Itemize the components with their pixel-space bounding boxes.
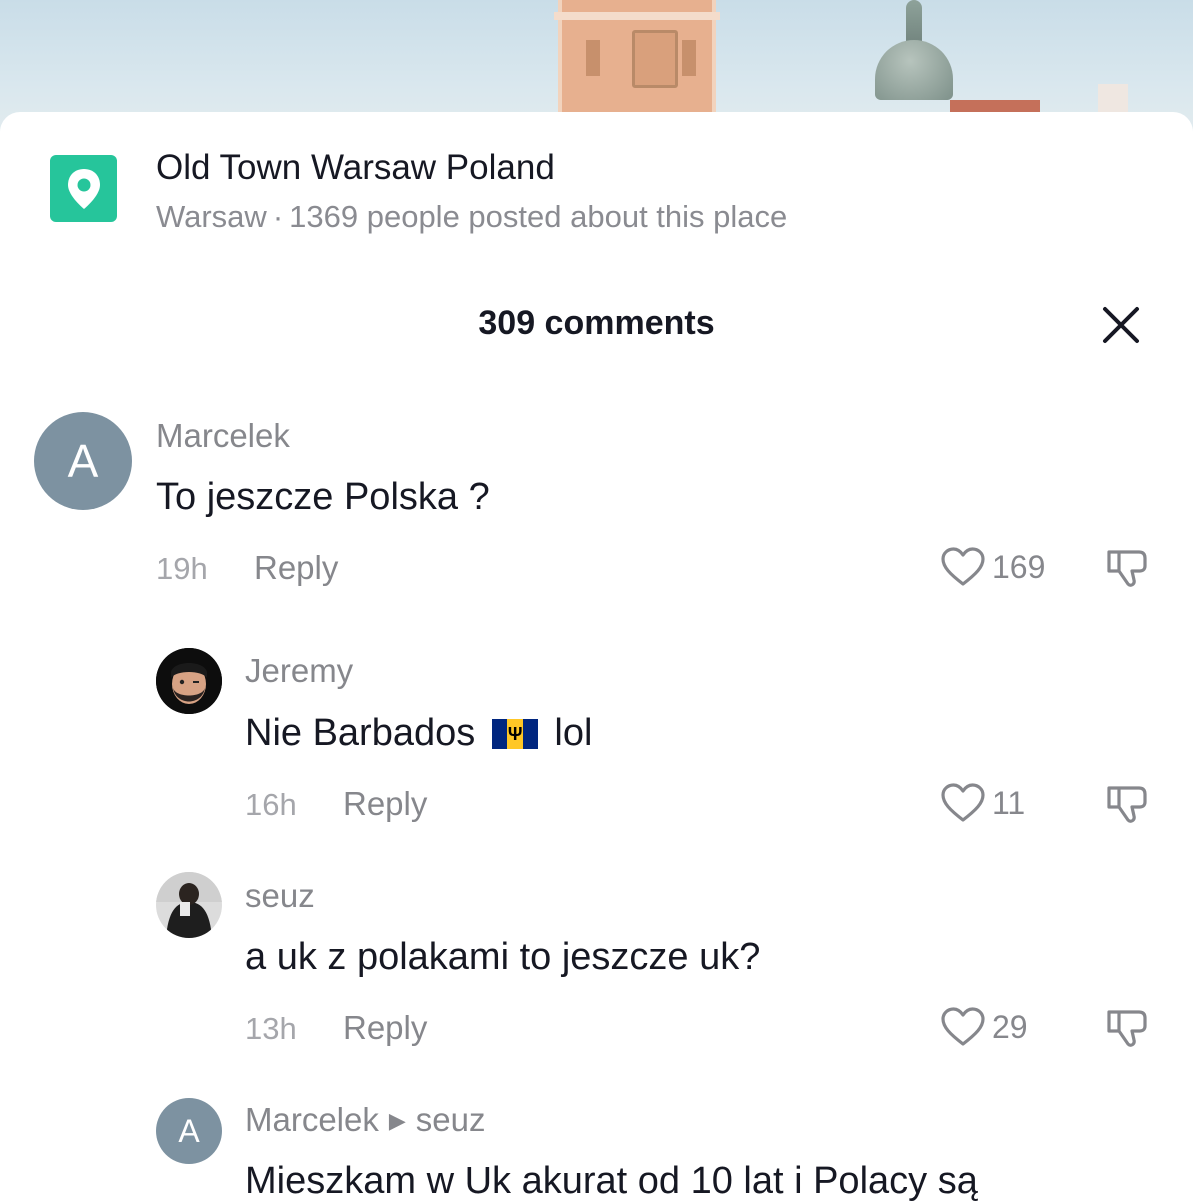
dislike-icon[interactable] bbox=[1105, 546, 1149, 590]
heart-icon bbox=[941, 1007, 985, 1046]
reply-button[interactable]: Reply bbox=[343, 785, 427, 823]
comment-text: Nie Barbados Ψ lol bbox=[245, 712, 593, 754]
memoji-avatar[interactable] bbox=[156, 648, 222, 714]
reply-button[interactable]: Reply bbox=[343, 1009, 427, 1047]
map-pin-icon[interactable] bbox=[50, 155, 117, 222]
location-name[interactable]: Old Town Warsaw Poland bbox=[156, 148, 555, 188]
like-button[interactable]: 29 bbox=[940, 1006, 1028, 1048]
dislike-icon[interactable] bbox=[1105, 1006, 1149, 1050]
dislike-icon[interactable] bbox=[1105, 782, 1149, 826]
location-subtitle: Warsaw · 1369 people posted about this pla… bbox=[156, 199, 788, 234]
photo-avatar[interactable] bbox=[156, 872, 222, 938]
comment-time: 13h bbox=[245, 1011, 297, 1046]
comment-text: To jeszcze Polska ? bbox=[156, 476, 490, 518]
avatar[interactable]: A bbox=[34, 412, 132, 510]
reply-button[interactable]: Reply bbox=[254, 549, 338, 587]
location-city: Warsaw bbox=[156, 199, 267, 234]
like-button[interactable]: 11 bbox=[940, 782, 1025, 824]
like-count: 169 bbox=[992, 548, 1046, 585]
comment-username[interactable]: Marcelek bbox=[245, 1101, 379, 1138]
comment-username[interactable]: Marcelek bbox=[156, 417, 290, 455]
reply-arrow-icon: ▶ bbox=[388, 1108, 406, 1133]
barbados-flag-icon: Ψ bbox=[491, 719, 538, 749]
comments-count: 309 comments bbox=[478, 304, 715, 342]
like-count: 11 bbox=[992, 784, 1026, 821]
reply-to-username[interactable]: seuz bbox=[416, 1101, 486, 1138]
comment-text: Mieszkam w Uk akurat od 10 lat i Polacy … bbox=[245, 1160, 978, 1202]
comment-text: a uk z polakami to jeszcze uk? bbox=[245, 936, 761, 978]
like-count: 29 bbox=[992, 1008, 1028, 1045]
like-button[interactable]: 169 bbox=[940, 546, 1045, 588]
comment-username[interactable]: seuz bbox=[245, 877, 315, 915]
church-dome bbox=[875, 40, 953, 100]
comment-username[interactable]: Jeremy bbox=[245, 652, 353, 690]
close-icon[interactable] bbox=[1100, 304, 1142, 346]
location-post-count: 1369 people posted about this place bbox=[289, 199, 788, 234]
comment-time: 19h bbox=[156, 551, 208, 586]
comment-time: 16h bbox=[245, 787, 297, 822]
heart-icon bbox=[941, 547, 985, 586]
heart-icon bbox=[941, 783, 985, 822]
avatar[interactable]: A bbox=[156, 1098, 222, 1164]
clock-tower bbox=[554, 0, 720, 120]
reply-header: Marcelek ▶ seuz bbox=[245, 1101, 486, 1139]
